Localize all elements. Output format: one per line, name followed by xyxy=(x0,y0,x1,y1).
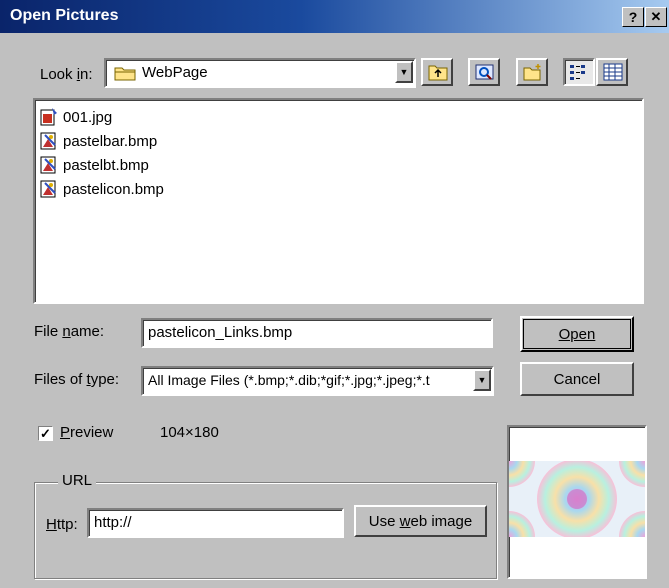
list-item[interactable]: pastelbar.bmp xyxy=(39,130,157,152)
file-name: 001.jpg xyxy=(63,108,113,126)
file-name-field[interactable]: pastelicon_Links.bmp xyxy=(141,318,493,348)
look-in-label: Look in: xyxy=(40,66,93,83)
file-type-value: All Image Files (*.bmp;*.dib;*gif;*.jpg;… xyxy=(148,372,430,388)
file-name: pastelicon.bmp xyxy=(63,180,164,198)
preview-dimensions: 104×180 xyxy=(160,424,219,441)
use-web-image-button[interactable]: Use web image xyxy=(354,505,487,537)
list-item[interactable]: pastelicon.bmp xyxy=(39,178,164,200)
bmp-file-icon xyxy=(40,180,56,198)
folder-up-icon xyxy=(428,65,448,81)
file-list[interactable]: 001.jpg pastelbar.bmp pastelbt.bmp paste… xyxy=(33,98,644,304)
list-view-icon xyxy=(570,65,585,80)
open-button-label: Open xyxy=(558,325,596,343)
preview-checkbox[interactable]: ✓ xyxy=(38,426,53,441)
file-type-dropdown[interactable]: All Image Files (*.bmp;*.dib;*gif;*.jpg;… xyxy=(141,366,494,396)
preview-pane xyxy=(507,425,647,579)
search-web-button[interactable] xyxy=(468,58,500,86)
url-field[interactable]: http:// xyxy=(87,508,344,538)
bmp-file-icon xyxy=(40,132,56,150)
url-value: http:// xyxy=(94,514,132,531)
file-type-label: Files of type: xyxy=(34,371,120,388)
create-new-folder-button[interactable] xyxy=(516,58,548,86)
details-view-icon xyxy=(603,63,623,81)
file-name: pastelbt.bmp xyxy=(63,156,149,174)
list-view-button[interactable] xyxy=(563,58,595,86)
open-button[interactable]: Open xyxy=(520,316,634,352)
file-name: pastelbar.bmp xyxy=(63,132,158,150)
new-folder-icon xyxy=(523,64,541,81)
jpg-file-icon xyxy=(40,108,57,126)
details-view-button[interactable] xyxy=(596,58,628,86)
list-item[interactable]: pastelbt.bmp xyxy=(39,154,149,176)
help-button[interactable]: ? xyxy=(622,7,644,27)
cancel-button-label: Cancel xyxy=(553,370,601,388)
look-in-value: WebPage xyxy=(142,64,208,81)
web-search-icon xyxy=(475,64,494,80)
window-title: Open Pictures xyxy=(10,7,119,24)
bmp-file-icon xyxy=(40,156,56,174)
cancel-button[interactable]: Cancel xyxy=(520,362,634,396)
use-web-image-label: Use web image xyxy=(368,512,473,530)
preview-label: Preview xyxy=(60,424,114,441)
look-in-dropdown[interactable]: WebPage ▼ xyxy=(104,58,416,88)
close-button[interactable]: ✕ xyxy=(645,7,667,27)
chevron-down-icon[interactable]: ▼ xyxy=(473,369,491,391)
url-group-label: URL xyxy=(58,472,97,489)
http-label: Http: xyxy=(46,516,78,533)
list-item[interactable]: 001.jpg xyxy=(39,106,112,128)
title-bar[interactable]: Open Pictures ? ✕ xyxy=(0,0,669,33)
file-name-label: File name: xyxy=(34,323,105,340)
file-name-value: pastelicon_Links.bmp xyxy=(148,324,293,341)
chevron-down-icon[interactable]: ▼ xyxy=(395,61,413,83)
folder-icon xyxy=(114,67,136,81)
preview-image xyxy=(509,461,645,537)
up-one-level-button[interactable] xyxy=(421,58,453,86)
